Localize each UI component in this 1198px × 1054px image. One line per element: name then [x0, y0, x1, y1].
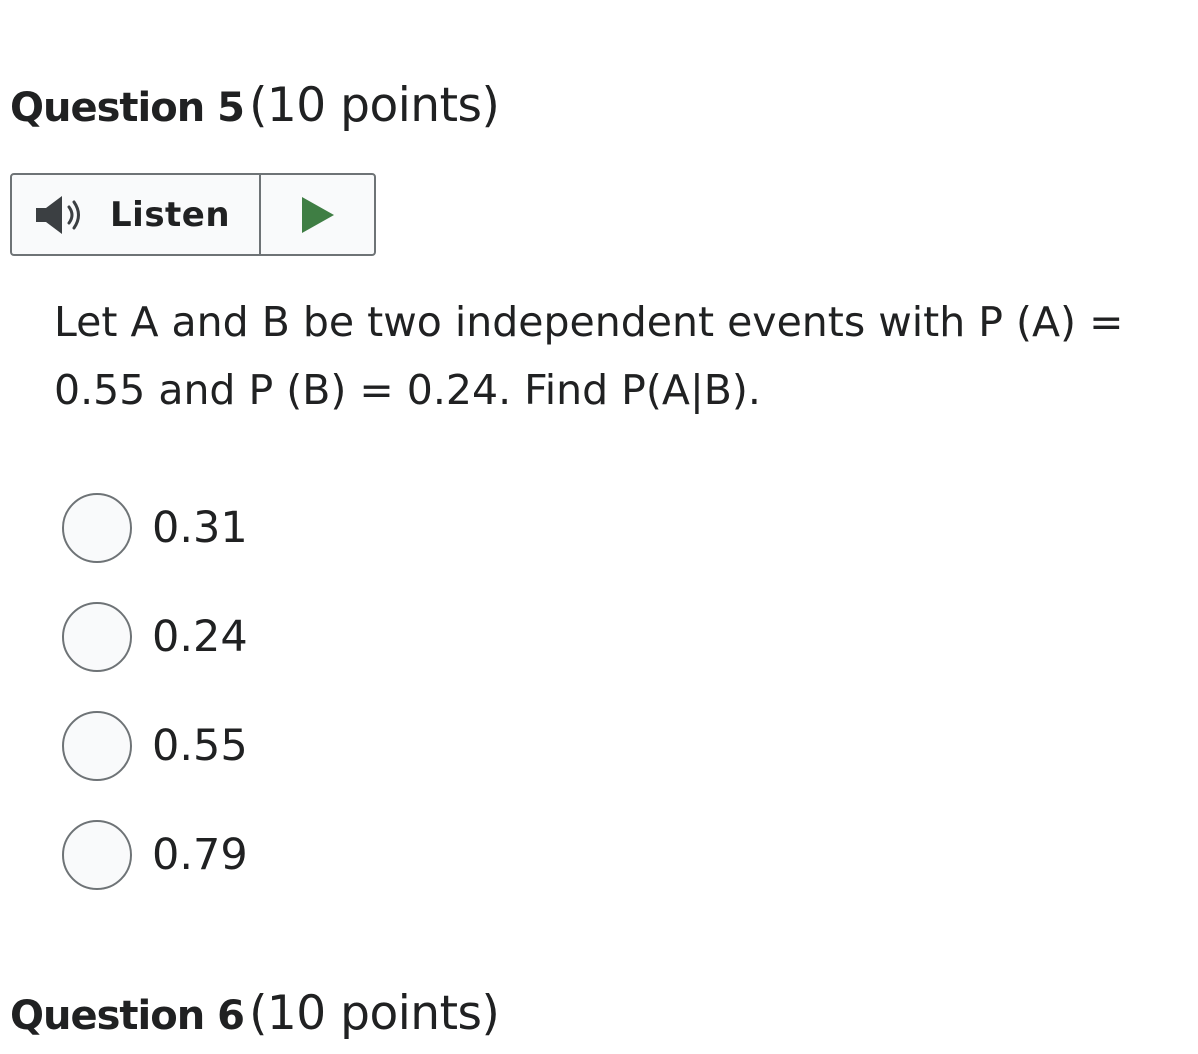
question-points: (10 points)	[249, 78, 500, 133]
radio-button[interactable]	[62, 711, 132, 781]
option-label: 0.24	[152, 612, 248, 662]
readspeaker-toolbar: Listen	[10, 173, 376, 256]
radio-button[interactable]	[62, 493, 132, 563]
radio-button[interactable]	[62, 602, 132, 672]
answer-option[interactable]: 0.31	[62, 492, 248, 564]
answer-option[interactable]: 0.24	[62, 601, 248, 673]
next-question-points: (10 points)	[249, 986, 500, 1041]
question-text: Let A and B be two independent events wi…	[54, 298, 1124, 414]
listen-label: Listen	[110, 194, 231, 235]
question-title: Question 5	[10, 85, 245, 131]
next-question-title: Question 6	[10, 993, 245, 1039]
answer-option[interactable]: 0.79	[62, 819, 248, 891]
option-label: 0.79	[152, 830, 248, 880]
question-5-header: Question 5 (10 points)	[10, 76, 500, 136]
play-icon	[300, 195, 336, 235]
answer-option[interactable]: 0.55	[62, 710, 248, 782]
answer-options: 0.31 0.24 0.55 0.79	[62, 492, 248, 928]
listen-button[interactable]: Listen	[12, 175, 261, 254]
play-button[interactable]	[261, 175, 374, 254]
option-label: 0.55	[152, 721, 248, 771]
option-label: 0.31	[152, 503, 248, 553]
question-6-header: Question 6 (10 points)	[10, 984, 500, 1044]
speaker-icon	[34, 193, 88, 237]
radio-button[interactable]	[62, 820, 132, 890]
